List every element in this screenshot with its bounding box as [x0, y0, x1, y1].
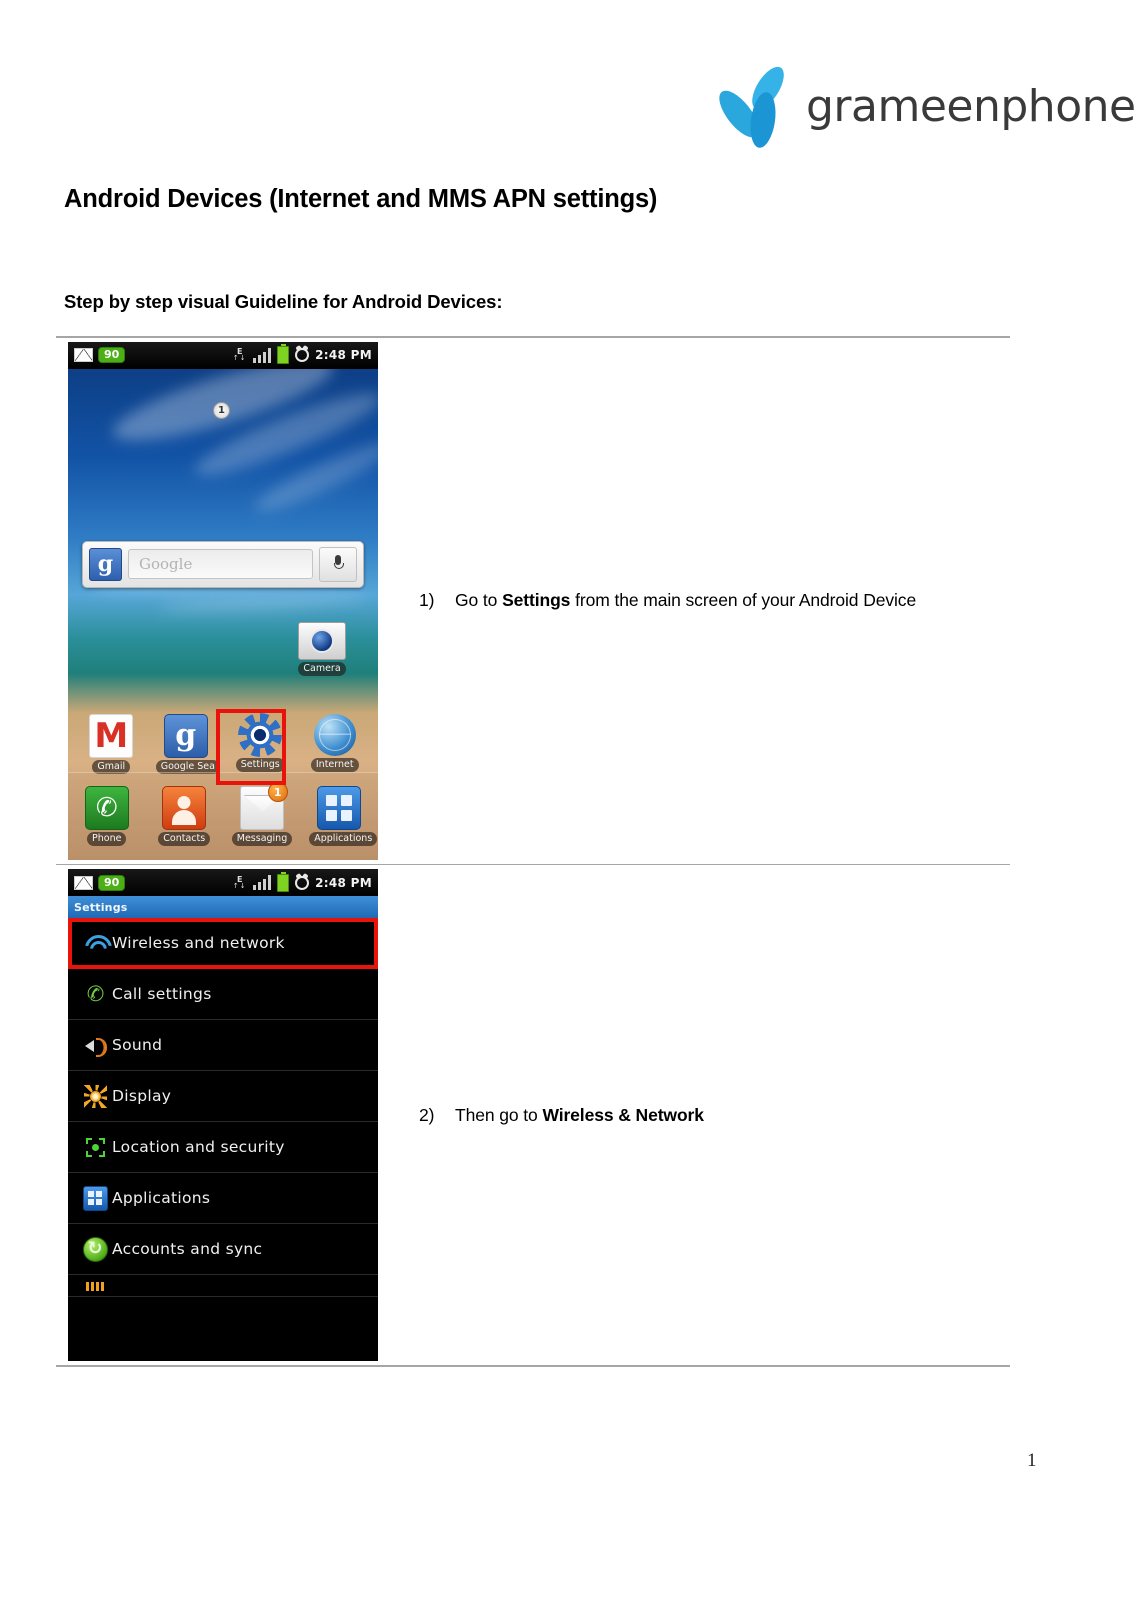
settings-item-label: Display	[112, 1087, 172, 1105]
applications-grid-icon	[78, 1185, 112, 1211]
app-icon-camera[interactable]: Camera	[292, 619, 352, 680]
dock-icon-phone[interactable]: Phone	[77, 786, 137, 850]
settings-item-display[interactable]: Display	[68, 1071, 378, 1122]
dock-icon-applications[interactable]: Applications	[309, 786, 378, 850]
battery-icon	[277, 344, 290, 364]
edge-network-icon: E ↑↓	[232, 874, 247, 890]
call-handset-icon	[78, 983, 112, 1006]
step-2-screenshot-cell: 90 E ↑↓ 2:48 PM Settings Wireless and ne…	[56, 865, 378, 1365]
gmail-icon	[89, 713, 134, 758]
camera-icon	[298, 621, 346, 660]
settings-item-label: Sound	[112, 1036, 163, 1054]
page-number: 1	[1027, 1450, 1037, 1471]
mail-envelope-icon	[74, 875, 93, 890]
app-icon-internet[interactable]: Internet	[305, 713, 365, 778]
privacy-icon	[78, 1278, 112, 1296]
google-search-icon	[163, 713, 208, 758]
app-label: Contacts	[158, 832, 211, 846]
brightness-display-icon	[78, 1085, 112, 1108]
sync-refresh-icon	[78, 1236, 112, 1262]
app-icon-gmail[interactable]: Gmail	[81, 713, 141, 778]
settings-item-label: Applications	[112, 1189, 211, 1207]
settings-item-call-settings[interactable]: Call settings	[68, 969, 378, 1020]
settings-item-label: Location and security	[112, 1138, 285, 1156]
location-security-icon	[78, 1136, 112, 1159]
step-text-before: Then go to	[455, 1104, 543, 1125]
google-search-widget[interactable]: g Google	[82, 540, 364, 588]
settings-item-accounts-and-sync[interactable]: Accounts and sync	[68, 1224, 378, 1275]
speaker-sound-icon	[78, 1034, 112, 1057]
step-1-screenshot-cell: 90 E ↑↓ 2:48 PM 1 g Google Camera M Gmai…	[56, 338, 378, 864]
wireless-network-highlight-box	[68, 918, 378, 969]
step-number: 2)	[419, 1104, 435, 1125]
telenor-propeller-logo-icon	[706, 58, 802, 154]
home-page-indicator: 1	[213, 401, 230, 419]
applications-grid-icon	[317, 786, 362, 830]
settings-item-privacy-clipped[interactable]	[68, 1275, 378, 1297]
messaging-envelope-icon: 1	[239, 782, 288, 830]
app-label: Applications	[309, 832, 378, 846]
settings-title-bar: Settings	[68, 896, 378, 918]
alarm-clock-icon	[295, 348, 310, 362]
home-dock: Phone Contacts 1 Messaging	[68, 771, 378, 860]
settings-item-applications[interactable]: Applications	[68, 1173, 378, 1224]
alarm-clock-icon	[295, 875, 310, 890]
step-text-after: from the main screen of your Android Dev…	[570, 590, 917, 610]
page-title: Android Devices (Internet and MMS APN se…	[64, 185, 658, 213]
page-subtitle: Step by step visual Guideline for Androi…	[64, 291, 503, 312]
settings-item-label: Accounts and sync	[112, 1240, 263, 1258]
voice-search-icon[interactable]	[319, 546, 357, 582]
status-bar-time: 2:48 PM	[315, 348, 372, 362]
step-text-before: Go to	[455, 590, 503, 610]
app-icon-google-search[interactable]: Google Sea	[155, 713, 220, 778]
app-label: Phone	[87, 832, 127, 846]
mail-count-badge: 90	[98, 347, 126, 363]
google-logo-icon: g	[89, 547, 122, 581]
unread-badge: 1	[267, 782, 288, 802]
table-bottom-rule	[56, 1365, 1010, 1367]
app-label: Internet	[310, 757, 359, 772]
settings-item-label: Call settings	[112, 985, 212, 1003]
table-row: 90 E ↑↓ 2:48 PM Settings Wireless and ne…	[56, 865, 1010, 1365]
app-label: Camera	[298, 661, 346, 676]
signal-bars-icon	[252, 347, 272, 363]
internet-globe-icon	[313, 713, 356, 756]
google-search-input[interactable]: Google	[128, 549, 313, 579]
status-bar: 90 E ↑↓ 2:48 PM	[68, 869, 378, 896]
edge-network-icon: E ↑↓	[232, 347, 247, 362]
settings-highlight-box	[216, 708, 286, 785]
step-1-text-cell: 1) Go to Settings from the main screen o…	[378, 338, 1010, 864]
mail-count-badge: 90	[98, 874, 126, 891]
step-instruction: Then go to Wireless & Network	[455, 1105, 704, 1126]
brand-logo: grameenphone	[706, 58, 1136, 154]
signal-bars-icon	[252, 875, 272, 890]
step-text-emphasis: Wireless & Network	[542, 1104, 704, 1125]
contacts-person-icon	[162, 786, 207, 830]
settings-list: Wireless and network Call settings Sound…	[68, 918, 378, 1297]
mail-envelope-icon	[74, 348, 93, 362]
brand-logo-text: grameenphone	[806, 80, 1136, 132]
step-number: 1)	[419, 590, 435, 610]
step-instruction: Go to Settings from the main screen of y…	[455, 590, 916, 611]
step-text-emphasis: Settings	[502, 590, 571, 610]
table-row: 90 E ↑↓ 2:48 PM 1 g Google Camera M Gmai…	[56, 338, 1010, 864]
phone-handset-icon	[84, 786, 129, 830]
app-label: Messaging	[231, 832, 293, 846]
settings-item-location-and-security[interactable]: Location and security	[68, 1122, 378, 1173]
dock-icon-messaging[interactable]: 1 Messaging	[231, 782, 293, 850]
battery-icon	[277, 871, 290, 892]
status-bar-time: 2:48 PM	[315, 875, 372, 890]
home-screen-wallpaper: 1 g Google Camera M Gmail g Google Sea S…	[68, 368, 378, 860]
android-home-screen-screenshot: 90 E ↑↓ 2:48 PM 1 g Google Camera M Gmai…	[68, 341, 378, 860]
android-settings-screen-screenshot: 90 E ↑↓ 2:48 PM Settings Wireless and ne…	[68, 869, 378, 1361]
steps-table: 90 E ↑↓ 2:48 PM 1 g Google Camera M Gmai…	[56, 336, 1010, 1367]
dock-icon-contacts[interactable]: Contacts	[154, 786, 214, 850]
settings-item-sound[interactable]: Sound	[68, 1020, 378, 1071]
step-2-text-cell: 2) Then go to Wireless & Network	[378, 865, 1010, 1365]
status-bar: 90 E ↑↓ 2:48 PM	[68, 341, 378, 369]
